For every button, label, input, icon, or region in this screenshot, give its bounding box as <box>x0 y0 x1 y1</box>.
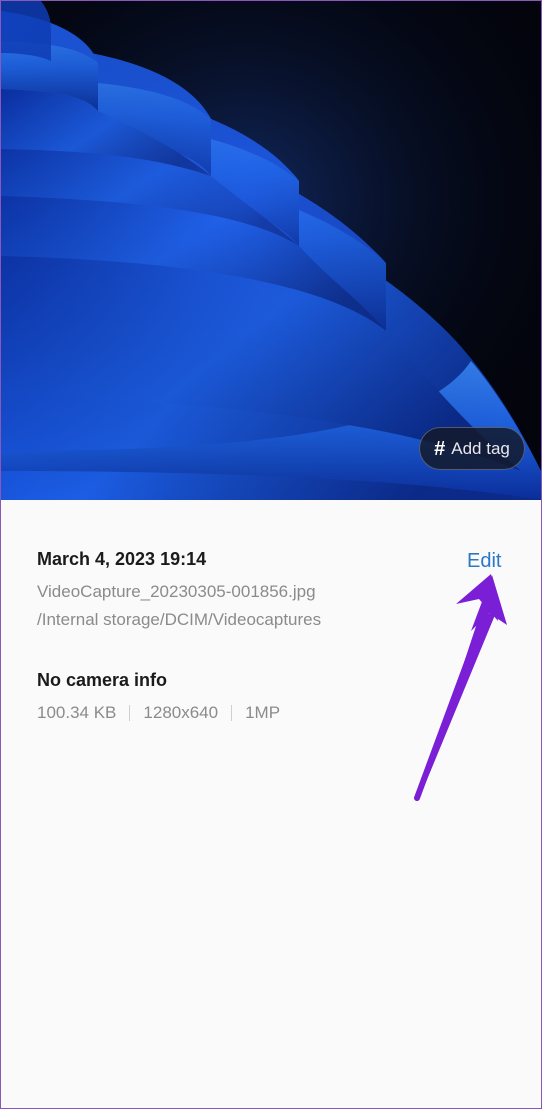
add-tag-label: Add tag <box>451 438 510 458</box>
edit-button[interactable]: Edit <box>467 550 501 573</box>
hashtag-icon: # <box>434 437 446 460</box>
file-meta-row: 100.34 KB 1280x640 1MP <box>37 703 280 723</box>
file-name: VideoCapture_20230305-001856.jpg <box>37 582 316 601</box>
file-path: /Internal storage/DCIM/Videocaptures <box>37 610 322 629</box>
date-time: March 4, 2023 19:14 <box>37 549 207 569</box>
screen: # Add tag March 4, 2023 19:14 Edit Video… <box>0 0 542 1109</box>
details-panel: March 4, 2023 19:14 Edit VideoCapture_20… <box>1 500 541 1108</box>
megapixels: 1MP <box>245 703 281 722</box>
wallpaper-image <box>1 1 541 500</box>
file-size: 100.34 KB <box>37 703 117 722</box>
camera-info: No camera info <box>37 670 168 690</box>
resolution: 1280x640 <box>143 703 219 722</box>
divider <box>129 705 131 721</box>
add-tag-button[interactable]: # Add tag <box>419 427 525 470</box>
photo-preview[interactable]: # Add tag <box>1 1 541 500</box>
divider <box>231 705 233 721</box>
